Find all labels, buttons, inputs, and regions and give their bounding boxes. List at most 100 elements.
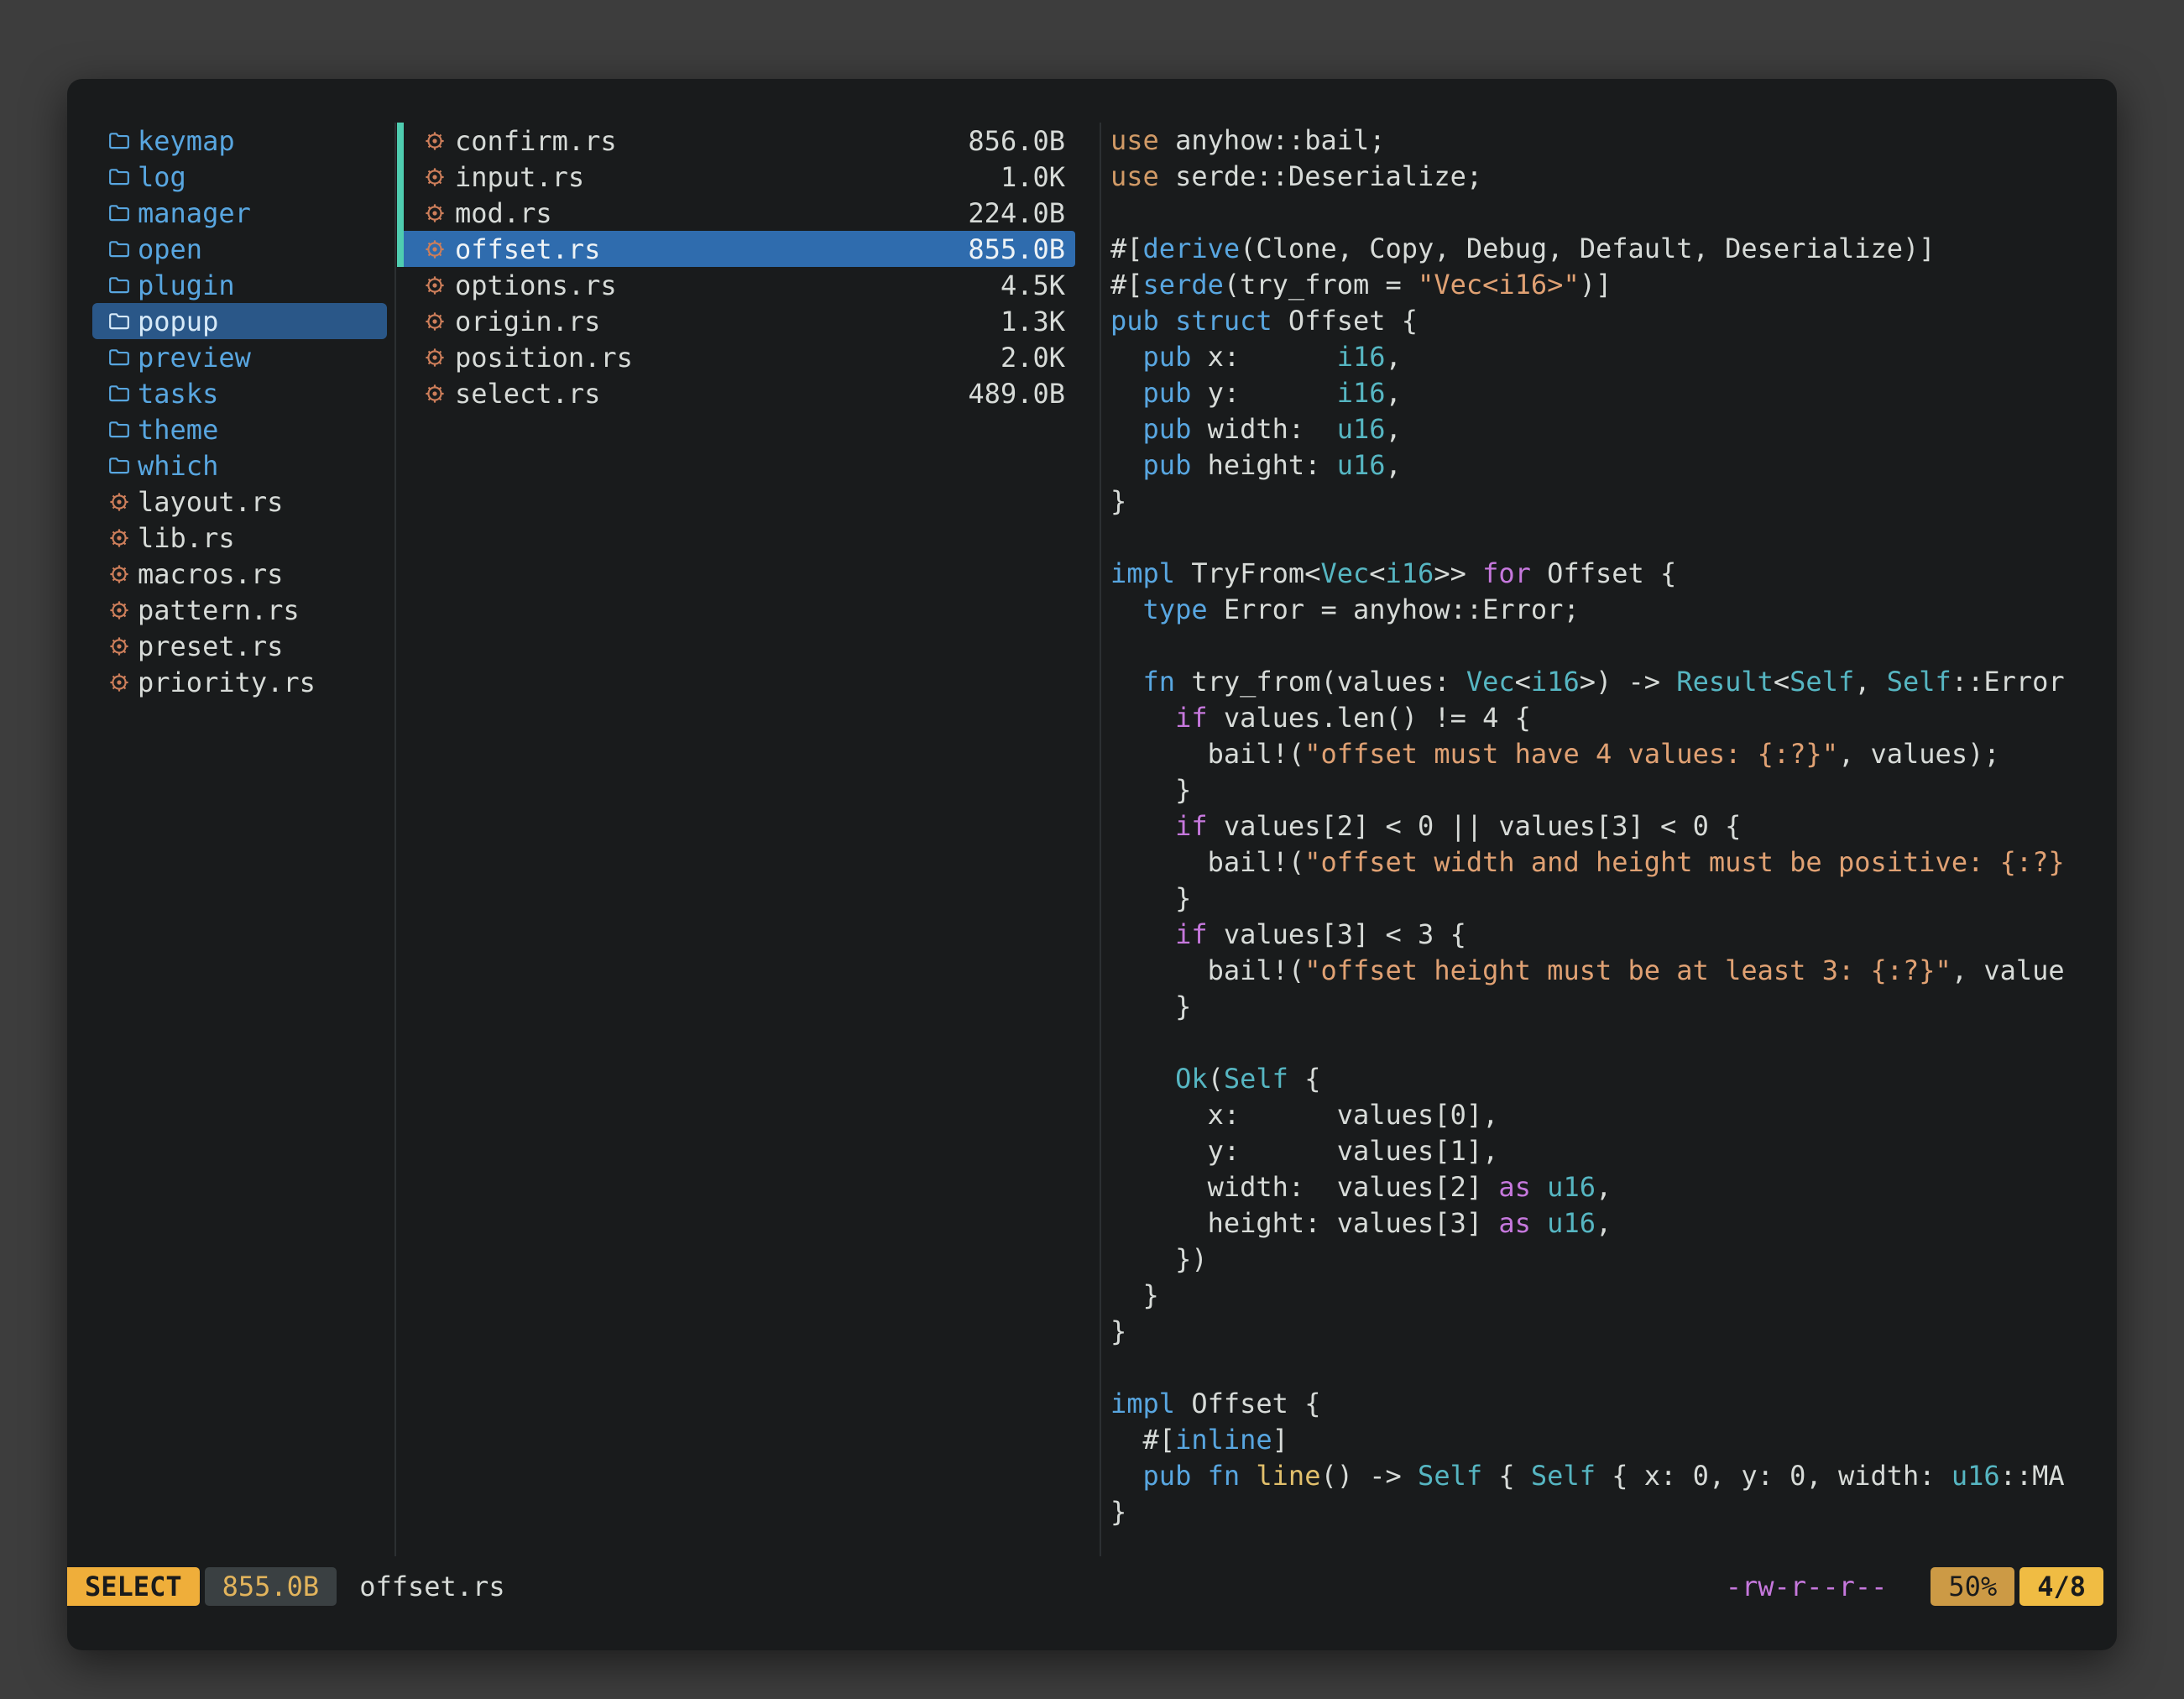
sidebar-item-log[interactable]: log	[92, 159, 387, 195]
file-row-origin-rs[interactable]: origin.rs 1.3K	[397, 303, 1075, 339]
folder-icon	[108, 420, 130, 440]
sidebar-item-open[interactable]: open	[92, 231, 387, 267]
sidebar-item-preset-rs[interactable]: preset.rs	[92, 628, 387, 664]
rust-file-icon	[108, 672, 130, 693]
code-line: bail!("offset height must be at least 3:…	[1110, 953, 2103, 989]
sidebar-item-pattern-rs[interactable]: pattern.rs	[92, 592, 387, 628]
code-line: fn try_from(values: Vec<i16>) -> Result<…	[1110, 664, 2103, 700]
item-label: preview	[138, 342, 251, 374]
rust-file-icon	[424, 311, 446, 332]
item-label: preset.rs	[138, 630, 283, 662]
code-line: #[serde(try_from = "Vec<i16>")]	[1110, 267, 2103, 303]
rust-file-icon	[424, 274, 446, 296]
file-size: 2.0K	[1001, 342, 1065, 374]
item-label: macros.rs	[138, 558, 283, 590]
file-size: 1.0K	[1001, 161, 1065, 193]
code-line: }	[1110, 772, 2103, 808]
folder-icon	[108, 167, 130, 187]
code-line: use serde::Deserialize;	[1110, 159, 2103, 195]
item-label: popup	[138, 306, 218, 337]
preview-pane[interactable]: use anyhow::bail;use serde::Deserialize;…	[1110, 123, 2103, 1566]
file-name: position.rs	[455, 342, 633, 374]
sidebar-item-preview[interactable]: preview	[92, 339, 387, 375]
folder-icon	[108, 239, 130, 259]
code-line: impl TryFrom<Vec<i16>> for Offset {	[1110, 556, 2103, 592]
code-line: type Error = anyhow::Error;	[1110, 592, 2103, 628]
folder-icon	[108, 203, 130, 223]
cursor-position-badge: 4/8	[2019, 1567, 2103, 1606]
code-line: }	[1110, 1494, 2103, 1530]
file-row-offset-rs[interactable]: offset.rs855.0B	[397, 231, 1075, 267]
pane-divider-left	[394, 123, 396, 1556]
code-line: bail!("offset width and height must be p…	[1110, 844, 2103, 881]
folder-icon	[108, 348, 130, 368]
code-line: pub struct Offset {	[1110, 303, 2103, 339]
current-pane[interactable]: confirm.rs856.0B input.rs1.0K mod.rs224.	[397, 123, 1075, 411]
rust-file-icon	[108, 491, 130, 513]
item-label: log	[138, 161, 186, 193]
file-size: 4.5K	[1001, 269, 1065, 301]
selected-mark	[397, 159, 404, 195]
sidebar-item-macros-rs[interactable]: macros.rs	[92, 556, 387, 592]
sidebar-item-keymap[interactable]: keymap	[92, 123, 387, 159]
code-line: }	[1110, 484, 2103, 520]
folder-icon	[108, 384, 130, 404]
sidebar-item-which[interactable]: which	[92, 447, 387, 484]
rust-file-icon	[108, 599, 130, 621]
sidebar-item-plugin[interactable]: plugin	[92, 267, 387, 303]
file-row-position-rs[interactable]: position.rs 2.0K	[397, 339, 1075, 375]
item-label: manager	[138, 197, 251, 229]
sidebar-item-layout-rs[interactable]: layout.rs	[92, 484, 387, 520]
file-row-options-rs[interactable]: options.rs4.5K	[397, 267, 1075, 303]
code-line: }	[1110, 881, 2103, 917]
code-line	[1110, 195, 2103, 231]
folder-icon	[108, 456, 130, 476]
item-label: plugin	[138, 269, 235, 301]
item-label: which	[138, 450, 218, 482]
file-size: 1.3K	[1001, 306, 1065, 337]
file-row-mod-rs[interactable]: mod.rs224.0B	[397, 195, 1075, 231]
file-row-input-rs[interactable]: input.rs1.0K	[397, 159, 1075, 195]
code-line	[1110, 628, 2103, 664]
code-line: })	[1110, 1242, 2103, 1278]
sidebar-item-manager[interactable]: manager	[92, 195, 387, 231]
code-line: }	[1110, 1314, 2103, 1350]
code-line: if values[3] < 3 {	[1110, 917, 2103, 953]
code-line: x: values[0],	[1110, 1097, 2103, 1133]
code-line: pub x: i16,	[1110, 339, 2103, 375]
code-line: pub height: u16,	[1110, 447, 2103, 484]
code-line: pub fn line() -> Self { Self { x: 0, y: …	[1110, 1458, 2103, 1494]
code-line: #[derive(Clone, Copy, Debug, Default, De…	[1110, 231, 2103, 267]
code-line: y: values[1],	[1110, 1133, 2103, 1169]
item-label: open	[138, 233, 202, 265]
rust-file-icon	[108, 563, 130, 585]
selected-mark	[397, 195, 404, 231]
file-name: confirm.rs	[455, 125, 617, 157]
file-name: origin.rs	[455, 306, 600, 337]
file-name: offset.rs	[455, 233, 600, 265]
rust-file-icon	[424, 166, 446, 188]
file-size-badge: 855.0B	[205, 1567, 337, 1606]
file-size: 489.0B	[968, 378, 1065, 410]
status-filename: offset.rs	[359, 1571, 504, 1602]
folder-icon	[108, 131, 130, 151]
sidebar-item-popup[interactable]: popup	[92, 303, 387, 339]
file-manager-window: keymap log manager open plugin popup pre…	[67, 79, 2117, 1650]
code-line: #[inline]	[1110, 1422, 2103, 1458]
pane-divider-right	[1100, 123, 1101, 1556]
file-row-select-rs[interactable]: select.rs 489.0B	[397, 375, 1075, 411]
sidebar-item-lib-rs[interactable]: lib.rs	[92, 520, 387, 556]
code-line: width: values[2] as u16,	[1110, 1169, 2103, 1205]
code-line: Ok(Self {	[1110, 1061, 2103, 1097]
code-line: impl Offset {	[1110, 1386, 2103, 1422]
item-label: lib.rs	[138, 522, 235, 554]
file-name: select.rs	[455, 378, 600, 410]
file-row-confirm-rs[interactable]: confirm.rs856.0B	[397, 123, 1075, 159]
code-line: }	[1110, 989, 2103, 1025]
sidebar-item-priority-rs[interactable]: priority.rs	[92, 664, 387, 700]
sidebar-item-theme[interactable]: theme	[92, 411, 387, 447]
file-size: 224.0B	[968, 197, 1065, 229]
file-permissions: -rw-r--r--	[1726, 1571, 1888, 1602]
sidebar-item-tasks[interactable]: tasks	[92, 375, 387, 411]
parent-pane[interactable]: keymap log manager open plugin popup pre…	[92, 123, 387, 700]
